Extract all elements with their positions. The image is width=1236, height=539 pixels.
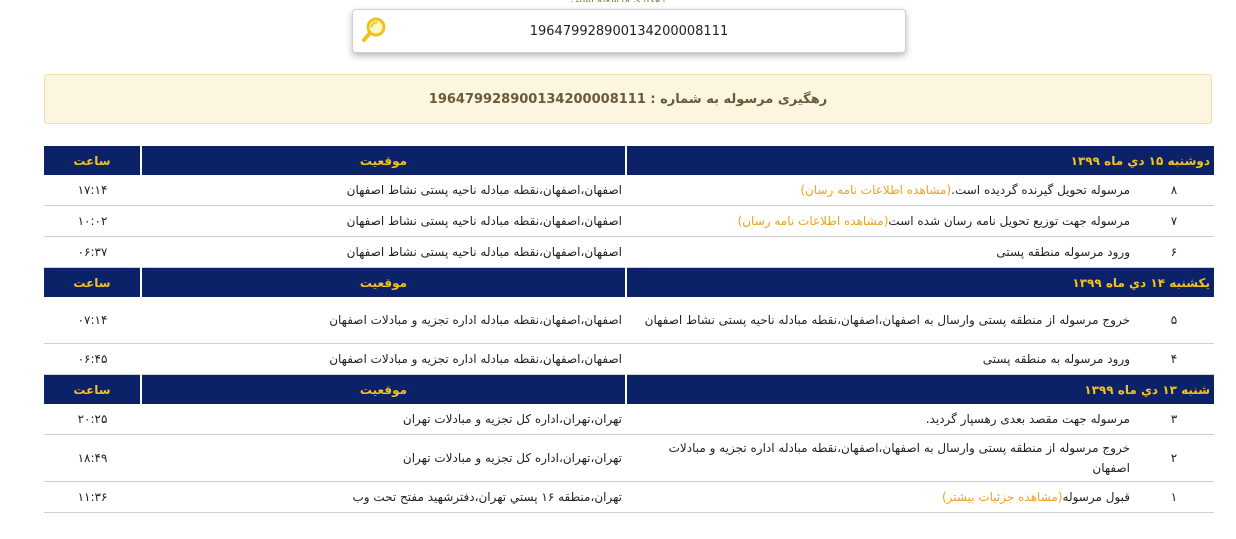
date-header: دوشنبه ۱۵ دي ماه ۱۳۹۹ <box>625 146 1214 175</box>
location-column-header: موقعیت <box>140 374 626 404</box>
date-header-row: شنبه ۱۳ دي ماه ۱۳۹۹ موقعیت ساعت <box>44 374 1214 404</box>
view-details-link[interactable]: (مشاهده اطلاعات نامه رسان) <box>800 183 951 197</box>
date-header-row: دوشنبه ۱۵ دي ماه ۱۳۹۹ موقعیت ساعت <box>44 146 1214 175</box>
event-description-text: مرسوله جهت مقصد بعدی رهسپار گردید. <box>925 412 1130 426</box>
event-description: قبول مرسوله(مشاهده جزئیات بیشتر) <box>626 481 1134 513</box>
event-time: ۱۷:۱۴ <box>44 175 141 206</box>
row-number: ۲ <box>1134 434 1214 482</box>
event-description: مرسوله تحویل گیرنده گردیده است.(مشاهده ا… <box>626 175 1134 206</box>
event-description-text: خروج مرسوله از منطقه پستی وارسال به اصفه… <box>644 313 1130 327</box>
event-description: ورود مرسوله منطقه پستی <box>626 236 1134 268</box>
row-number: ۸ <box>1134 175 1214 206</box>
event-time: ۲۰:۲۵ <box>44 404 141 435</box>
location-column-header: موقعیت <box>140 146 626 175</box>
event-time: ۱۱:۳۶ <box>44 481 141 513</box>
row-number: ۱ <box>1134 481 1214 513</box>
tracking-history-table: دوشنبه ۱۵ دي ماه ۱۳۹۹ موقعیت ساعت ۸ مرسوله ت… <box>44 146 1214 513</box>
event-time: ۰۶:۴۵ <box>44 343 141 375</box>
table-row: ۷ مرسوله جهت توزیع تحویل نامه رسان شده اس… <box>44 205 1214 237</box>
event-description-text: قبول مرسوله <box>1062 490 1130 504</box>
event-description: ورود مرسوله به منطقه پستی <box>626 343 1134 375</box>
row-number: ۵ <box>1134 297 1214 344</box>
view-details-link[interactable]: (مشاهده جزئیات بیشتر) <box>942 490 1063 504</box>
table-row: ۱ قبول مرسوله(مشاهده جزئیات بیشتر) تهران،م… <box>44 481 1214 513</box>
event-description-text: ورود مرسوله به منطقه پستی <box>982 352 1130 366</box>
event-location: اصفهان،اصفهان،نقطه مبادله ناحیه پستی نشا… <box>141 175 626 206</box>
location-column-header: موقعیت <box>140 267 626 297</box>
event-location: تهران،منطقه ۱۶ پستي تهران،دفترشهید مفتح … <box>141 481 626 513</box>
event-time: ۰۷:۱۴ <box>44 297 141 344</box>
event-description: خروج مرسوله از منطقه پستی وارسال به اصفه… <box>626 297 1134 344</box>
date-header: یکشنبه ۱۴ دي ماه ۱۳۹۹ <box>625 267 1214 297</box>
view-details-link[interactable]: (مشاهده اطلاعات نامه رسان) <box>738 214 889 228</box>
event-location: اصفهان،اصفهان،نقطه مبادله ناحیه پستی نشا… <box>141 205 626 237</box>
event-location: تهران،تهران،اداره کل تجزیه و مبادلات تهر… <box>141 404 626 435</box>
table-row: ۲ خروج مرسوله از منطقه پستی وارسال به اصف… <box>44 434 1214 482</box>
time-column-header: ساعت <box>44 374 141 404</box>
row-number: ۶ <box>1134 236 1214 268</box>
page-top-text: رهگیری مرسوله پستی <box>0 0 1236 2</box>
tracking-banner: رهگیری مرسوله به شماره : 196479928900134… <box>44 74 1212 124</box>
event-location: اصفهان،اصفهان،نقطه مبادله اداره تجزیه و … <box>141 297 626 344</box>
event-time: ۱۸:۴۹ <box>44 434 141 482</box>
event-time: ۰۶:۳۷ <box>44 236 141 268</box>
event-time: ۱۰:۰۲ <box>44 205 141 237</box>
event-location: تهران،تهران،اداره کل تجزیه و مبادلات تهر… <box>141 434 626 482</box>
event-location: اصفهان،اصفهان،نقطه مبادله اداره تجزیه و … <box>141 343 626 375</box>
table-row: ۶ ورود مرسوله منطقه پستی اصفهان،اصفهان،نقط… <box>44 236 1214 268</box>
event-description-text: خروج مرسوله از منطقه پستی وارسال به اصفه… <box>668 441 1130 475</box>
event-description: مرسوله جهت توزیع تحویل نامه رسان شده است… <box>626 205 1134 237</box>
tracking-banner-text: رهگیری مرسوله به شماره : 196479928900134… <box>428 91 828 107</box>
event-description-text: ورود مرسوله منطقه پستی <box>996 245 1130 259</box>
tracking-number-input[interactable] <box>393 10 865 52</box>
tracking-search-box[interactable] <box>352 9 906 53</box>
event-description: مرسوله جهت مقصد بعدی رهسپار گردید. <box>626 404 1134 435</box>
date-header: شنبه ۱۳ دي ماه ۱۳۹۹ <box>625 374 1214 404</box>
time-column-header: ساعت <box>44 267 141 297</box>
magnifier-icon[interactable] <box>359 15 389 45</box>
table-row: ۳ مرسوله جهت مقصد بعدی رهسپار گردید. تهران… <box>44 404 1214 435</box>
event-description-text: مرسوله جهت توزیع تحویل نامه رسان شده است <box>888 214 1130 228</box>
row-number: ۳ <box>1134 404 1214 435</box>
time-column-header: ساعت <box>44 146 141 175</box>
row-number: ۴ <box>1134 343 1214 375</box>
table-row: ۴ ورود مرسوله به منطقه پستی اصفهان،اصفهان،… <box>44 343 1214 375</box>
table-row: ۵ خروج مرسوله از منطقه پستی وارسال به اصف… <box>44 297 1214 344</box>
table-row: ۸ مرسوله تحویل گیرنده گردیده است.(مشاهده … <box>44 175 1214 206</box>
row-number: ۷ <box>1134 205 1214 237</box>
event-description: خروج مرسوله از منطقه پستی وارسال به اصفه… <box>626 434 1134 482</box>
event-description-text: مرسوله تحویل گیرنده گردیده است. <box>951 183 1130 197</box>
date-header-row: یکشنبه ۱۴ دي ماه ۱۳۹۹ موقعیت ساعت <box>44 267 1214 297</box>
event-location: اصفهان،اصفهان،نقطه مبادله ناحیه پستی نشا… <box>141 236 626 268</box>
